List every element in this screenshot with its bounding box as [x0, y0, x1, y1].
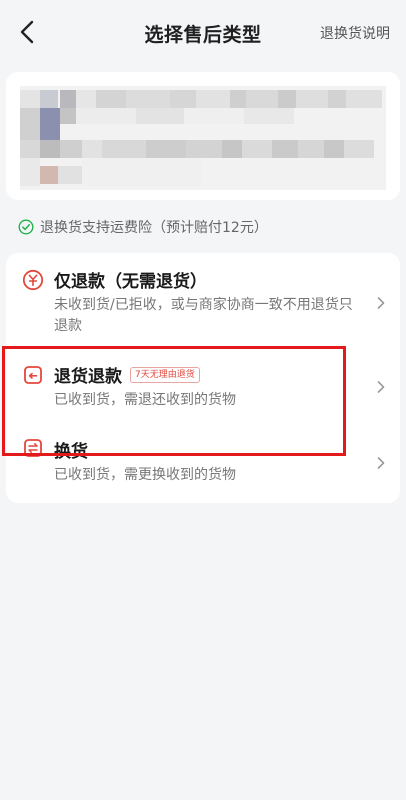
option-description: 已收到货，需更换收到的货物: [54, 467, 236, 483]
nav-bar: 选择售后类型 退换货说明: [0, 0, 406, 66]
return-exchange-help-link[interactable]: 退换货说明: [320, 23, 390, 43]
blurred-product-image: [20, 86, 386, 190]
seven-day-return-badge: 7天无理由退货: [130, 366, 200, 383]
product-card[interactable]: [6, 72, 400, 200]
chevron-right-icon: [377, 457, 385, 469]
yen-circle-icon: [22, 269, 44, 291]
page-title: 选择售后类型: [144, 23, 262, 46]
option-description: 已收到货，需退还收到的货物: [54, 392, 236, 408]
option-title: 仅退款（无需退货）: [54, 272, 207, 292]
exchange-icon: [24, 439, 42, 457]
option-title: 退货退款 7天无理由退货: [54, 362, 200, 387]
option-refund-only[interactable]: 仅退款（无需退货） 未收到货/已拒收，或与商家协商一致不用退货只退款: [6, 253, 400, 345]
option-description: 未收到货/已拒收，或与商家协商一致不用退货只退款: [54, 297, 353, 334]
option-return-refund[interactable]: 退货退款 7天无理由退货 已收到货，需退还收到的货物: [6, 351, 400, 421]
option-title-text: 退货退款: [54, 367, 122, 387]
after-sales-options: 仅退款（无需退货） 未收到货/已拒收，或与商家协商一致不用退货只退款 退货退款 …: [6, 253, 400, 503]
chevron-right-icon: [377, 381, 385, 393]
option-title: 换货: [54, 442, 88, 462]
return-box-icon: [24, 366, 42, 384]
chevron-left-icon[interactable]: [14, 18, 42, 46]
shipping-insurance-note: 退换货支持运费险（预计赔付12元）: [18, 216, 268, 238]
check-circle-icon: [18, 219, 34, 235]
chevron-right-icon: [377, 297, 385, 309]
option-exchange[interactable]: 换货 已收到货，需更换收到的货物: [6, 425, 400, 497]
insurance-text: 退换货支持运费险（预计赔付12元）: [40, 220, 268, 236]
